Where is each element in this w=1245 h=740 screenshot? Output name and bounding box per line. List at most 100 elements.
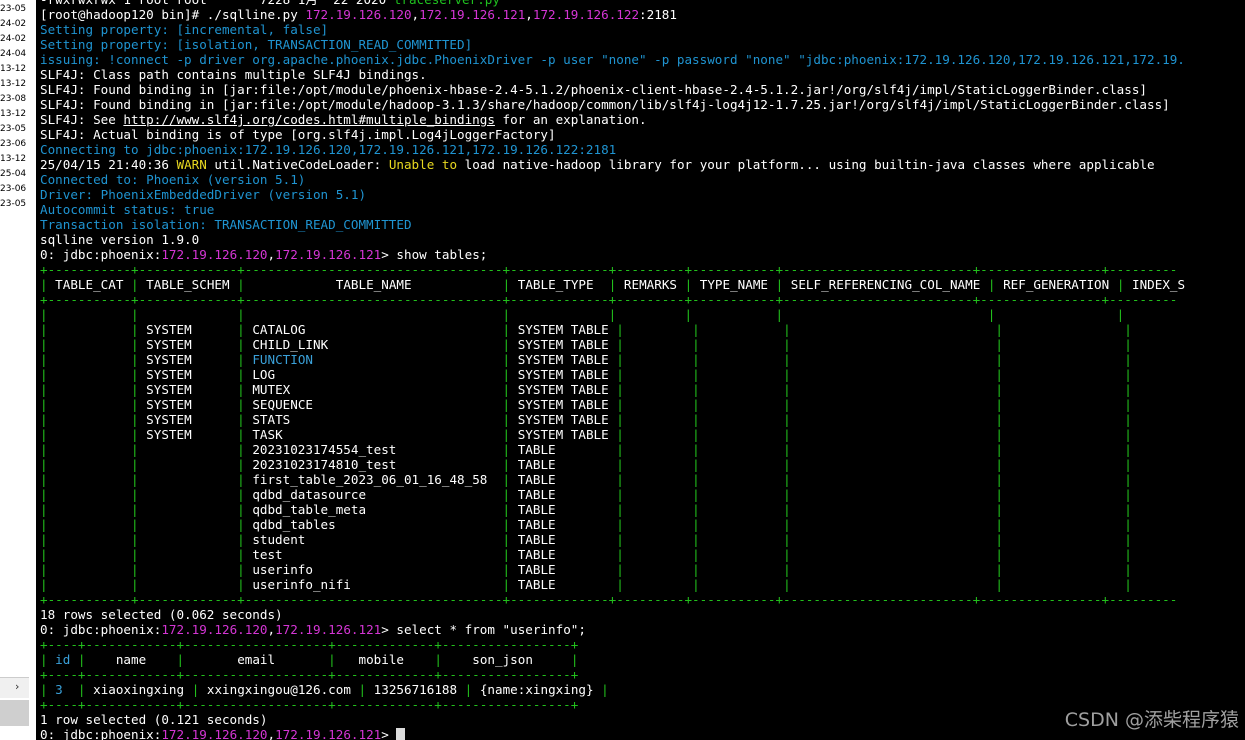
- terminal-text: TABLE: [517, 562, 556, 577]
- terminal-text: SYSTEM TABLE: [517, 412, 609, 427]
- terminal-text: |: [237, 277, 245, 292]
- terminal-line: | | | | | | | | |: [40, 307, 1192, 322]
- terminal-text: |: [40, 652, 56, 667]
- terminal-text: TYPE_NAME: [692, 277, 776, 292]
- terminal-text: 0: jdbc:phoenix:: [40, 622, 162, 637]
- terminal-text: for an explanation.: [494, 112, 647, 127]
- terminal-line: sqlline version 1.9.0: [40, 232, 199, 247]
- terminal-text: |: [191, 412, 253, 427]
- terminal-text: |: [290, 382, 518, 397]
- terminal-text: |: [313, 397, 518, 412]
- terminal-text: | | | | |: [555, 502, 1201, 517]
- terminal-text: test: [252, 547, 283, 562]
- terminal-line: | TABLE_CAT | TABLE_SCHEM | TABLE_NAME |…: [40, 277, 1185, 292]
- terminal-text: |: [593, 682, 609, 697]
- sidebar-item[interactable]: 25-04: [0, 169, 26, 179]
- sidebar-item[interactable]: 23-08: [0, 94, 26, 104]
- terminal-text: 0: jdbc:phoenix:: [40, 727, 162, 740]
- terminal-text: SYSTEM TABLE: [517, 382, 609, 397]
- terminal-text: userinfo: [252, 562, 313, 577]
- terminal-line: SLF4J: Class path contains multiple SLF4…: [40, 67, 427, 82]
- terminal-line: | | SYSTEM | TASK | SYSTEM TABLE | | | |…: [40, 427, 1200, 442]
- terminal-text: :2181: [639, 7, 677, 22]
- terminal-line: +-----------+-------------+-------------…: [40, 292, 1177, 307]
- terminal-text: 25/04/15 21:40:36: [40, 157, 177, 172]
- sidebar-item[interactable]: 23-06: [0, 139, 26, 149]
- horizontal-scrollbar[interactable]: ›: [0, 677, 29, 698]
- terminal-line: Connecting to jdbc:phoenix:172.19.126.12…: [40, 142, 616, 157]
- terminal-text: +----+------------+-------------------+-…: [40, 667, 579, 682]
- terminal-text: | | | | | | | | |: [40, 307, 1193, 322]
- terminal-text: 0: jdbc:phoenix:: [40, 247, 162, 262]
- terminal-output[interactable]: -rwxrwxrwx 1 root root 7228 1月 22 2020 t…: [36, 0, 1245, 740]
- sidebar-item[interactable]: 13-12: [0, 64, 26, 74]
- terminal-text: id: [55, 652, 71, 667]
- terminal-text: Unable: [388, 157, 435, 172]
- terminal-line: | | | first_table_2023_06_01_16_48_58 | …: [40, 472, 1200, 487]
- sidebar-item[interactable]: 23-05: [0, 124, 26, 134]
- sidebar-item[interactable]: 23-05: [0, 199, 26, 209]
- terminal-text: TABLE_NAME: [244, 277, 503, 292]
- terminal-text: TASK: [252, 427, 283, 442]
- terminal-text: qdbd_table_meta: [252, 502, 367, 517]
- scrollbar-thumb[interactable]: [0, 700, 29, 726]
- terminal-text: | | |: [40, 517, 253, 532]
- terminal-text: 172.19.126.121: [419, 7, 526, 22]
- terminal-text: +-----------+-------------+-------------…: [40, 292, 1178, 307]
- terminal-text: | | |: [40, 457, 253, 472]
- terminal-text: | |: [40, 427, 147, 442]
- terminal-text: |: [282, 427, 518, 442]
- sidebar-item[interactable]: 24-02: [0, 19, 26, 29]
- terminal-text: +----+------------+-------------------+-…: [40, 637, 579, 652]
- terminal-line: | | | qdbd_datasource | TABLE | | | | |: [40, 487, 1200, 502]
- terminal-text: traceserver.py: [394, 0, 500, 7]
- terminal-text: TABLE: [517, 487, 556, 502]
- terminal-text: Driver: PhoenixEmbeddedDriver (version 5…: [40, 187, 367, 202]
- terminal-text: CHILD_LINK: [252, 337, 329, 352]
- terminal-line: | | | student | TABLE | | | | |: [40, 532, 1200, 547]
- terminal-text: SEQUENCE: [252, 397, 313, 412]
- terminal-text: SYSTEM TABLE: [517, 397, 609, 412]
- sidebar-item[interactable]: 13-12: [0, 109, 26, 119]
- terminal-text: SYSTEM TABLE: [517, 337, 609, 352]
- terminal-line: | | | qdbd_table_meta | TABLE | | | | |: [40, 502, 1200, 517]
- terminal-text: |: [146, 652, 238, 667]
- terminal-text: |: [191, 397, 253, 412]
- terminal-text: | | |: [40, 577, 253, 592]
- terminal-text: |: [191, 427, 253, 442]
- terminal-text: SLF4J: Found binding in [jar:file:/opt/m…: [40, 97, 1170, 112]
- terminal-line: SLF4J: Found binding in [jar:file:/opt/m…: [40, 82, 1147, 97]
- terminal-text: +-----------+-------------+-------------…: [40, 262, 1178, 277]
- terminal-text: |: [40, 682, 56, 697]
- sidebar-item[interactable]: 24-02: [0, 34, 26, 44]
- terminal-text: STATS: [252, 412, 291, 427]
- terminal-text: |: [131, 277, 139, 292]
- terminal-text: 172.19.126.121: [275, 622, 382, 637]
- sidebar-item[interactable]: 23-06: [0, 184, 26, 194]
- terminal-text: | | | | |: [608, 412, 1201, 427]
- terminal-line: | | | userinfo | TABLE | | | | |: [40, 562, 1200, 577]
- scroll-right-arrow-icon[interactable]: ›: [15, 680, 19, 693]
- terminal-text: TABLE: [517, 457, 556, 472]
- sidebar-item[interactable]: 13-12: [0, 154, 26, 164]
- terminal-text: 18 rows selected (0.062 seconds): [40, 607, 283, 622]
- terminal-text: 1 row selected (0.121 seconds): [40, 712, 268, 727]
- panel-divider[interactable]: [29, 0, 36, 740]
- terminal-text: SYSTEM: [146, 412, 192, 427]
- terminal-line: | | | userinfo_nifi | TABLE | | | | |: [40, 577, 1200, 592]
- terminal-text: Connecting to jdbc:phoenix:172.19.126.12…: [40, 142, 617, 157]
- terminal-text: SLF4J: Class path contains multiple SLF4…: [40, 67, 427, 82]
- terminal-text: Connected to: Phoenix (version 5.1): [40, 172, 306, 187]
- terminal-line: +-----------+-------------+-------------…: [40, 262, 1177, 277]
- sidebar-item[interactable]: 23-05: [0, 4, 26, 14]
- terminal-text: | | | | |: [608, 427, 1201, 442]
- terminal-text: |: [396, 442, 518, 457]
- terminal-text: userinfo_nifi: [252, 577, 351, 592]
- terminal-text: SYSTEM: [146, 427, 192, 442]
- sidebar-item[interactable]: 13-12: [0, 79, 26, 89]
- sidebar-item[interactable]: 24-04: [0, 49, 26, 59]
- terminal-text: Setting property: [incremental, false]: [40, 22, 329, 37]
- terminal-text: Transaction isolation: TRANSACTION_READ_…: [40, 217, 412, 232]
- terminal-line: Setting property: [isolation, TRANSACTIO…: [40, 37, 472, 52]
